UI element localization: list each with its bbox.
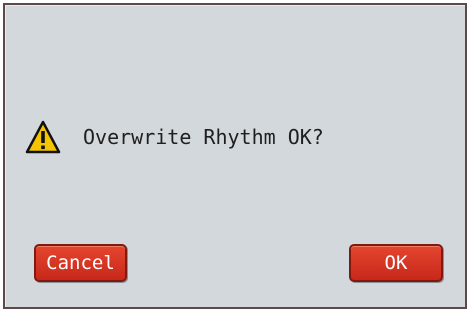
ok-button[interactable]: OK xyxy=(349,244,443,282)
dialog-message: Overwrite Rhythm OK? xyxy=(83,125,324,149)
confirm-dialog: Overwrite Rhythm OK? Cancel OK xyxy=(3,3,467,309)
warning-icon xyxy=(25,120,61,154)
message-row: Overwrite Rhythm OK? xyxy=(25,117,324,157)
cancel-button[interactable]: Cancel xyxy=(34,244,127,282)
